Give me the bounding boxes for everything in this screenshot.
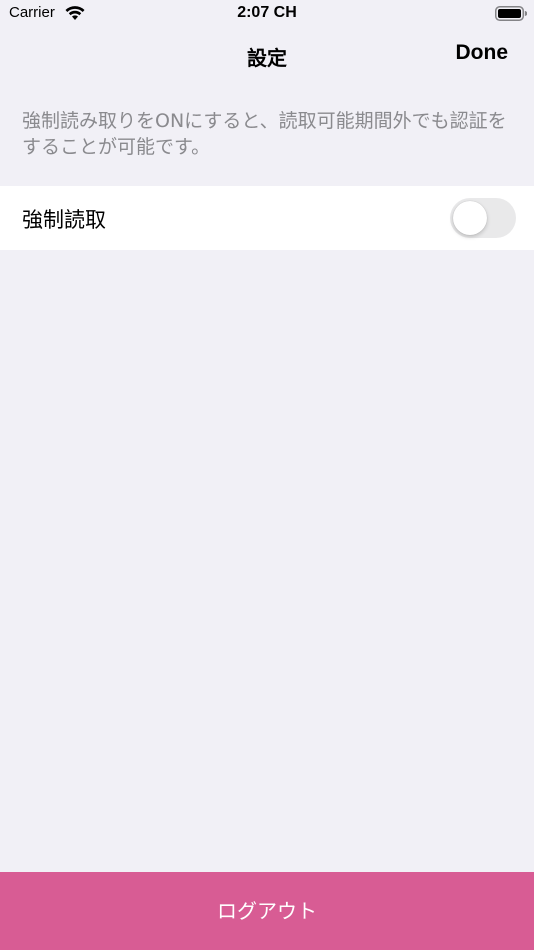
logout-button[interactable]: ログアウト bbox=[0, 872, 534, 950]
navigation-bar: 設定 Done bbox=[0, 30, 534, 80]
toggle-knob bbox=[453, 201, 487, 235]
battery-icon bbox=[495, 6, 527, 21]
force-read-toggle[interactable] bbox=[450, 198, 516, 238]
status-time: 2:07 CH bbox=[237, 4, 297, 21]
force-read-description: 強制読み取りをONにすると、読取可能期間外でも認証をすることが可能です。 bbox=[22, 110, 507, 158]
status-bar: Carrier 2:07 CH bbox=[0, 0, 534, 30]
force-read-cell: 強制読取 bbox=[0, 186, 534, 250]
page-title: 設定 bbox=[247, 46, 287, 70]
done-button[interactable]: Done bbox=[456, 41, 509, 65]
force-read-label: 強制読取 bbox=[22, 208, 106, 232]
